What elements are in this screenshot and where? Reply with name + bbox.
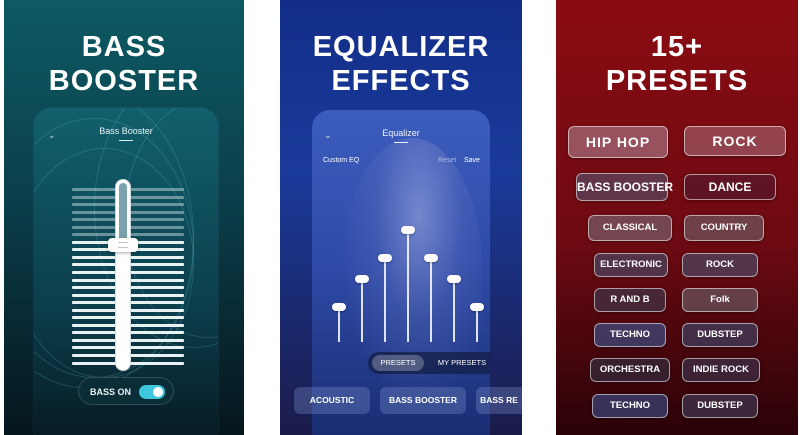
bass-on-toggle[interactable]: BASS ON	[78, 377, 174, 405]
custom-eq-label: Custom EQ	[323, 157, 360, 164]
eq-band-handle[interactable]	[332, 303, 346, 311]
toggle-switch[interactable]	[139, 385, 165, 399]
bass-booster-headline: BASS BOOSTER	[4, 30, 244, 98]
preset-dubstep[interactable]: DUBSTEP	[682, 323, 758, 347]
preset-r-and-b[interactable]: R AND B	[594, 288, 666, 312]
preset-pill-bass-reducer[interactable]: BASS RE	[476, 387, 522, 414]
preset-dance[interactable]: DANCE	[684, 174, 776, 200]
eq-band-track	[384, 258, 386, 342]
headline-line-2: EFFECTS	[331, 65, 471, 97]
equalizer-panel: EQUALIZER EFFECTS ⌄ Equalizer Custom EQ …	[280, 0, 522, 435]
eq-band-handle[interactable]	[470, 303, 484, 311]
title-underline	[119, 140, 133, 141]
screen-title: Equalizer	[382, 128, 420, 138]
equalizer-headline: EQUALIZER EFFECTS	[280, 30, 522, 98]
tab-presets[interactable]: PRESETS	[372, 355, 424, 371]
headline-line-2: PRESETS	[605, 65, 749, 97]
eq-band-track	[407, 230, 409, 342]
headline-line-2: BOOSTER	[48, 65, 200, 97]
screen-title: Bass Booster	[99, 126, 153, 136]
preset-pill-bass-booster[interactable]: BASS BOOSTER	[380, 387, 466, 414]
preset-techno[interactable]: TECHNO	[594, 323, 666, 347]
preset-techno-2[interactable]: TECHNO	[592, 394, 668, 418]
preset-classical[interactable]: CLASSICAL	[588, 215, 672, 241]
bass-slider-handle[interactable]	[108, 238, 138, 252]
preset-indie-rock[interactable]: INDIE ROCK	[682, 358, 760, 382]
bass-on-label: BASS ON	[90, 387, 132, 397]
headline-line-1: EQUALIZER	[312, 31, 490, 63]
presets-panel: 15+ PRESETS HIP HOP ROCK BASS BOOSTER DA…	[556, 0, 798, 435]
preset-rock[interactable]: ROCK	[684, 126, 786, 156]
preset-dubstep-2[interactable]: DUBSTEP	[682, 394, 758, 418]
eq-band-handle[interactable]	[447, 275, 461, 283]
eq-band-handle[interactable]	[378, 254, 392, 262]
grip-icon	[118, 242, 128, 248]
headline-line-1: BASS	[81, 31, 167, 63]
preset-bass-booster[interactable]: BASS BOOSTER	[576, 173, 673, 201]
eq-band-track	[430, 258, 432, 342]
bass-booster-panel: BASS BOOSTER ⌄ Bass Booster BASS ON	[4, 0, 244, 435]
headline-line-1: 15+	[650, 31, 704, 63]
preset-country[interactable]: COUNTRY	[684, 215, 764, 241]
preset-pill-acoustic[interactable]: ACOUSTIC	[294, 387, 370, 414]
title-underline	[394, 142, 408, 143]
preset-orchestra[interactable]: ORCHESTRA	[590, 358, 670, 382]
reset-button[interactable]: Reset	[438, 157, 456, 164]
eq-band-handle[interactable]	[401, 226, 415, 234]
presets-headline: 15+ PRESETS	[556, 30, 798, 98]
eq-band-track	[476, 307, 478, 342]
eq-band-handle[interactable]	[424, 254, 438, 262]
preset-tabs: PRESETS MY PRESETS	[368, 352, 490, 374]
preset-folk[interactable]: Folk	[682, 288, 758, 312]
preset-hip-hop[interactable]: HIP HOP	[568, 126, 668, 158]
eq-band-track	[453, 279, 455, 342]
preset-electronic[interactable]: ELECTRONIC	[594, 253, 668, 277]
toggle-knob	[153, 387, 163, 397]
bass-slider-fill	[119, 183, 127, 243]
eq-band-track	[361, 279, 363, 342]
tab-my-presets[interactable]: MY PRESETS	[428, 355, 490, 371]
save-button[interactable]: Save	[464, 157, 480, 164]
eq-band-track	[338, 307, 340, 342]
preset-rock-2[interactable]: ROCK	[682, 253, 758, 277]
bass-booster-phone-screen: ⌄ Bass Booster BASS ON	[34, 108, 218, 435]
eq-band-handle[interactable]	[355, 275, 369, 283]
